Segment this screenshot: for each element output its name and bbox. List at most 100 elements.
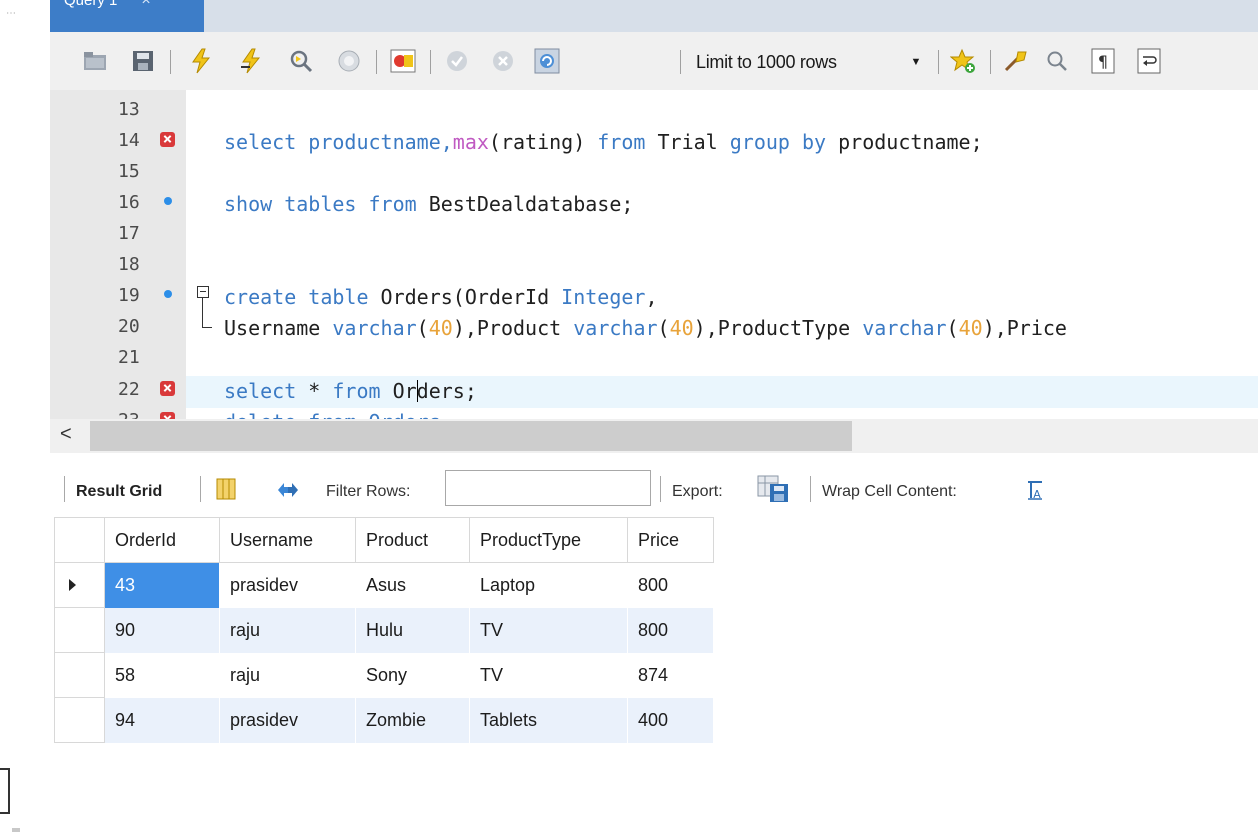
fold-end-guide — [202, 315, 212, 328]
grid-cell[interactable]: Hulu — [355, 607, 470, 653]
grid-cell[interactable]: TV — [469, 607, 628, 653]
row-header[interactable] — [54, 652, 105, 698]
code-line-23: delete from Orders — [224, 410, 441, 419]
toolbar-separator — [376, 50, 377, 74]
limit-rows-value: Limit to 1000 rows — [696, 51, 837, 72]
invisible-chars-icon[interactable]: ¶ — [1088, 46, 1118, 76]
grid-cell[interactable]: 874 — [627, 652, 714, 698]
editor-line: 15 — [50, 160, 1258, 191]
line-number: 21 — [118, 347, 140, 368]
grid-view-icon[interactable] — [216, 478, 236, 505]
editor-horizontal-scrollbar[interactable]: < — [50, 419, 1258, 453]
line-number: 23 — [118, 409, 140, 419]
wrap-icon[interactable] — [1134, 46, 1164, 76]
execute-current-icon[interactable] — [236, 46, 266, 76]
add-snippet-icon[interactable] — [948, 46, 978, 76]
export-icon[interactable] — [756, 474, 790, 509]
panel-tick — [12, 828, 20, 832]
editor-line: 17 — [50, 222, 1258, 253]
code-line-20: Username varchar(40),Product varchar(40)… — [224, 316, 1067, 340]
grid-corner — [54, 517, 105, 563]
toolbar-separator — [170, 50, 171, 74]
statement-dot-icon — [164, 197, 172, 205]
row-header[interactable] — [54, 697, 105, 743]
grid-cell[interactable]: 43 — [104, 562, 220, 608]
toolbar-separator — [660, 476, 661, 502]
scrollbar-thumb[interactable] — [90, 421, 852, 451]
column-header-producttype[interactable]: ProductType — [469, 517, 628, 563]
tab-close-icon[interactable]: × — [141, 0, 150, 10]
table-row[interactable]: 43 prasidev Asus Laptop 800 — [54, 562, 714, 608]
find-icon[interactable] — [1042, 46, 1072, 76]
grid-cell[interactable]: Laptop — [469, 562, 628, 608]
error-toggle-icon[interactable] — [388, 46, 418, 76]
grid-cell[interactable]: 800 — [627, 562, 714, 608]
grid-cell[interactable]: 94 — [104, 697, 220, 743]
result-grid[interactable]: OrderId Username Product ProductType Pri… — [54, 517, 714, 743]
grid-cell[interactable]: TV — [469, 652, 628, 698]
limit-rows-select[interactable]: Limit to 1000 rows ▼ — [694, 48, 928, 76]
export-label: Export: — [672, 483, 723, 500]
grid-cell[interactable]: raju — [219, 607, 356, 653]
editor-line: 21 — [50, 346, 1258, 377]
fold-collapse-icon[interactable] — [197, 286, 209, 298]
wrap-cell-label: Wrap Cell Content: — [822, 483, 957, 500]
editor-line: 18 — [50, 253, 1258, 284]
grid-cell[interactable]: prasidev — [219, 697, 356, 743]
toolbar-separator — [938, 50, 939, 74]
tab-label: Query 1 — [64, 0, 118, 9]
table-row[interactable]: 58 raju Sony TV 874 — [54, 652, 714, 698]
grid-cell[interactable]: Zombie — [355, 697, 470, 743]
grid-cell[interactable]: Sony — [355, 652, 470, 698]
toolbar-separator — [200, 476, 201, 502]
grid-cell[interactable]: 58 — [104, 652, 220, 698]
execute-icon[interactable] — [186, 46, 216, 76]
chevron-down-icon[interactable]: ▼ — [904, 48, 928, 76]
grid-cell[interactable]: raju — [219, 652, 356, 698]
result-toolbar: Result Grid Filter Rows: Export: Wrap Ce… — [50, 466, 1258, 512]
editor-line: 20 Username varchar(40),Product varchar(… — [50, 315, 1258, 346]
grid-cell[interactable]: Tablets — [469, 697, 628, 743]
sql-editor-toolbar: Limit to 1000 rows ▼ ¶ — [50, 32, 1258, 91]
save-icon[interactable] — [128, 46, 158, 76]
scroll-left-icon[interactable]: < — [60, 423, 72, 446]
svg-text:¶: ¶ — [1098, 52, 1108, 71]
line-number: 22 — [118, 379, 140, 400]
grid-cell[interactable]: 400 — [627, 697, 714, 743]
table-row[interactable]: 94 prasidev Zombie Tablets 400 — [54, 697, 714, 743]
wrap-cell-icon[interactable]: A — [1026, 480, 1044, 505]
grid-cell[interactable]: Asus — [355, 562, 470, 608]
result-grid-tab[interactable]: Result Grid — [76, 483, 162, 501]
row-header[interactable] — [54, 607, 105, 653]
query-tab-strip: Query 1 × — [50, 0, 1258, 32]
app-left-gutter: ⋯ — [0, 0, 50, 834]
commit-icon[interactable] — [442, 46, 472, 76]
explain-icon[interactable] — [286, 46, 316, 76]
autocommit-icon[interactable] — [532, 46, 562, 76]
row-selected-arrow-icon — [69, 579, 76, 591]
line-number: 13 — [118, 99, 140, 120]
folder-open-icon[interactable] — [80, 46, 110, 76]
row-header[interactable] — [54, 562, 105, 608]
code-line-19: create table Orders(OrderId Integer, — [224, 285, 658, 309]
column-header-price[interactable]: Price — [627, 517, 714, 563]
column-header-orderid[interactable]: OrderId — [104, 517, 220, 563]
filter-rows-label: Filter Rows: — [326, 483, 411, 500]
grid-cell[interactable]: prasidev — [219, 562, 356, 608]
grid-cell[interactable]: 90 — [104, 607, 220, 653]
refresh-icon[interactable] — [276, 480, 300, 505]
table-row[interactable]: 90 raju Hulu TV 800 — [54, 607, 714, 653]
toolbar-separator — [64, 476, 65, 502]
stop-icon[interactable] — [334, 46, 364, 76]
rollback-icon[interactable] — [488, 46, 518, 76]
column-header-product[interactable]: Product — [355, 517, 470, 563]
tab-query-1[interactable]: Query 1 × — [50, 0, 204, 32]
line-number: 17 — [118, 223, 140, 244]
column-header-username[interactable]: Username — [219, 517, 356, 563]
grid-cell[interactable]: 800 — [627, 607, 714, 653]
filter-rows-input[interactable] — [445, 470, 651, 506]
beautify-icon[interactable] — [1000, 46, 1030, 76]
editor-line: 14 select productname,max(rating) from T… — [50, 129, 1258, 160]
line-number: 16 — [118, 192, 140, 213]
sql-editor[interactable]: 13 14 select productname,max(rating) fro… — [50, 90, 1258, 419]
